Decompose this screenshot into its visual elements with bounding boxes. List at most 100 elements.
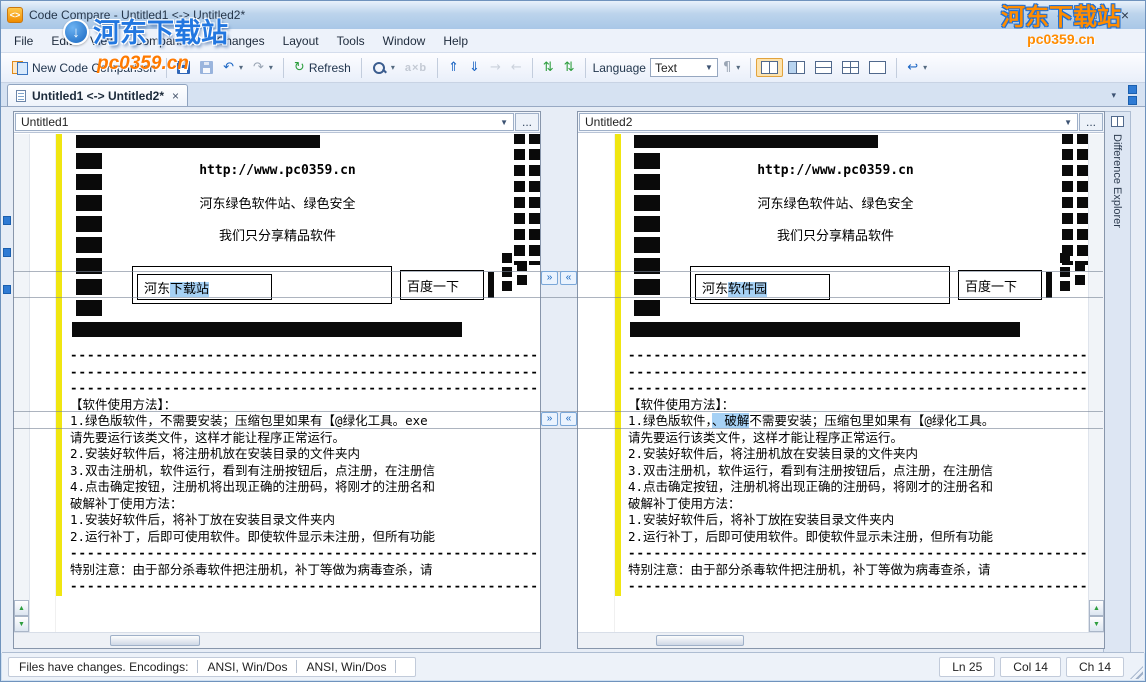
combo-arrow-icon: ▼ bbox=[500, 118, 508, 127]
prev-change-button[interactable]: ▲ bbox=[14, 600, 29, 616]
new-comparison-label: New Code Comparison bbox=[32, 61, 156, 75]
encoding-right: ANSI, Win/Dos bbox=[306, 660, 386, 674]
merge-to-right-button[interactable]: » bbox=[541, 271, 558, 285]
menu-item-comparison[interactable]: Comparison bbox=[125, 31, 208, 51]
word-wrap-button[interactable]: ↩ ▾ bbox=[902, 58, 932, 77]
ascii-banner: http://www.pc0359.cn 河东绿色软件站、绿色安全 我们只分享精… bbox=[70, 135, 540, 342]
maximize-button[interactable]: □ bbox=[1079, 6, 1107, 25]
save-all-button[interactable] bbox=[195, 58, 218, 77]
language-combobox[interactable]: Text ▼ bbox=[650, 58, 718, 77]
resize-grip[interactable] bbox=[1130, 666, 1143, 679]
find-button[interactable]: ▾ bbox=[367, 58, 400, 78]
file-selector[interactable]: Untitled1 ▼ bbox=[15, 113, 514, 131]
banner-baidu-box: 百度一下 bbox=[400, 270, 484, 300]
horizontal-scrollbar[interactable] bbox=[14, 632, 540, 648]
format-options-button[interactable]: ¶ ▾ bbox=[718, 58, 745, 77]
menu-item-layout[interactable]: Layout bbox=[274, 31, 328, 51]
menu-item-view[interactable]: View bbox=[81, 31, 125, 51]
toolbar: New Code Comparison ↶ ▾ ↷ ▾ ↻ Refresh ▾ … bbox=[1, 53, 1145, 83]
first-change-button[interactable]: ⇑ bbox=[443, 58, 464, 77]
diff-overview-map[interactable] bbox=[1, 107, 13, 653]
code-text: 破解补丁使用方法： bbox=[70, 496, 183, 511]
code-text: 请先要运行该类文件，这样才能让程序正常运行。 bbox=[70, 430, 345, 445]
merge-to-left-button[interactable]: « bbox=[560, 412, 577, 426]
tab-overflow-button[interactable]: ▾ bbox=[1107, 88, 1120, 103]
browse-button[interactable]: ... bbox=[1079, 113, 1103, 131]
code-line: 请先要运行该类文件，这样才能让程序正常运行。 bbox=[628, 430, 1088, 447]
menu-item-file[interactable]: File bbox=[5, 31, 42, 51]
file-selector-value: Untitled1 bbox=[21, 115, 68, 129]
layout-grid-button[interactable] bbox=[837, 58, 864, 77]
tab-close-icon[interactable]: × bbox=[172, 89, 179, 103]
code-text: 2.运行补丁，后即可使用软件。即使软件显示未注册，但所有功能 bbox=[628, 529, 993, 544]
prev-difference-button[interactable]: ⇅ bbox=[538, 58, 559, 77]
menu-item-window[interactable]: Window bbox=[374, 31, 435, 51]
code-text: 不需要安装；压缩包里如果有【@绿化工具。 bbox=[749, 413, 994, 428]
banner-left-column bbox=[634, 153, 660, 321]
code-text: 特别注意：由于部分杀毒软件把注册机，补丁等做为病毒查杀，请 bbox=[628, 562, 991, 577]
code-line: ----------------------------------------… bbox=[70, 578, 540, 595]
code-lines: ----------------------------------------… bbox=[628, 347, 1088, 595]
change-bar bbox=[615, 134, 621, 596]
new-comparison-button[interactable]: New Code Comparison bbox=[7, 58, 161, 78]
code-line: ----------------------------------------… bbox=[70, 380, 540, 397]
nav-back-button[interactable]: ← bbox=[506, 58, 527, 77]
editor-content[interactable]: http://www.pc0359.cn 河东绿色软件站、绿色安全 我们只分享精… bbox=[578, 134, 1088, 632]
banner-left-column bbox=[76, 153, 102, 321]
status-separator bbox=[395, 660, 396, 673]
diff-marker bbox=[3, 216, 11, 225]
horizontal-scrollbar[interactable] bbox=[578, 632, 1104, 648]
scrollbar-thumb[interactable] bbox=[110, 635, 200, 646]
next-difference-button[interactable]: ⇅ bbox=[559, 58, 580, 77]
tab-label: Untitled1 <-> Untitled2* bbox=[32, 89, 164, 103]
vertical-scrollbar[interactable]: ▲ ▼ bbox=[14, 134, 30, 632]
menu-item-tools[interactable]: Tools bbox=[328, 31, 374, 51]
redo-button[interactable]: ↷ ▾ bbox=[248, 58, 278, 77]
layout-single-button[interactable] bbox=[864, 58, 891, 77]
close-button[interactable]: × bbox=[1111, 6, 1139, 25]
document-icon bbox=[16, 90, 26, 102]
layout-left-focus-button[interactable] bbox=[783, 58, 810, 77]
browse-button[interactable]: ... bbox=[515, 113, 539, 131]
prev-change-button[interactable]: ▲ bbox=[1089, 600, 1104, 616]
undo-button[interactable]: ↶ ▾ bbox=[218, 58, 248, 77]
file-selector[interactable]: Untitled2 ▼ bbox=[579, 113, 1078, 131]
diff-map-markers-top bbox=[1128, 85, 1137, 105]
tab-comparison[interactable]: Untitled1 <-> Untitled2* × bbox=[7, 84, 188, 106]
merge-to-left-button[interactable]: « bbox=[560, 271, 577, 285]
diff-highlight-text: 、破解 bbox=[712, 413, 750, 428]
refresh-button[interactable]: ↻ Refresh bbox=[289, 58, 356, 78]
window-title: Code Compare - Untitled1 <-> Untitled2* bbox=[29, 8, 245, 22]
toolbar-separator bbox=[437, 58, 438, 78]
code-line: ----------------------------------------… bbox=[628, 364, 1088, 381]
layout-top-bottom-button[interactable] bbox=[810, 58, 837, 77]
editor-content[interactable]: http://www.pc0359.cn 河东绿色软件站、绿色安全 我们只分享精… bbox=[30, 134, 540, 632]
toolbar-separator bbox=[750, 58, 751, 78]
menu-item-edit[interactable]: Edit bbox=[42, 31, 81, 51]
combo-arrow-icon: ▼ bbox=[1064, 118, 1072, 127]
status-message-cell: Files have changes. Encodings: ANSI, Win… bbox=[8, 657, 416, 677]
code-line: 3.双击注册机，软件运行，看到有注册按钮后，点注册，在注册信 bbox=[70, 463, 540, 480]
banner-baidu-label: 百度一下 bbox=[407, 276, 459, 295]
prev-difference-icon: ⇅ bbox=[543, 61, 554, 74]
layout-side-by-side-button[interactable] bbox=[756, 58, 783, 77]
code-line: 2.运行补丁，后即可使用软件。即使软件显示未注册，但所有功能 bbox=[70, 529, 540, 546]
diff-highlight-text: 软件园 bbox=[728, 282, 767, 297]
find-replace-button[interactable]: a×b bbox=[400, 59, 432, 77]
save-button[interactable] bbox=[172, 58, 195, 77]
difference-explorer-tab[interactable]: Difference Explorer bbox=[1103, 111, 1131, 653]
text-area: http://www.pc0359.cn 河东绿色软件站、绿色安全 我们只分享精… bbox=[70, 134, 540, 632]
scrollbar-thumb[interactable] bbox=[656, 635, 744, 646]
menu-item-help[interactable]: Help bbox=[434, 31, 477, 51]
next-change-button[interactable]: ▼ bbox=[14, 616, 29, 632]
last-change-button[interactable]: ⇓ bbox=[464, 58, 485, 77]
code-text: 3.双击注册机，软件运行，看到有注册按钮后，点注册，在注册信 bbox=[628, 463, 993, 478]
vertical-scrollbar[interactable]: ▲ ▼ bbox=[1088, 134, 1104, 632]
merge-to-right-button[interactable]: » bbox=[541, 412, 558, 426]
code-text: 3.双击注册机，软件运行，看到有注册按钮后，点注册，在注册信 bbox=[70, 463, 435, 478]
code-line: ----------------------------------------… bbox=[628, 578, 1088, 595]
minimize-button[interactable]: – bbox=[1047, 6, 1075, 25]
nav-forward-button[interactable]: → bbox=[485, 58, 506, 77]
next-change-button[interactable]: ▼ bbox=[1089, 616, 1104, 632]
menu-item-changes[interactable]: Changes bbox=[208, 31, 274, 51]
